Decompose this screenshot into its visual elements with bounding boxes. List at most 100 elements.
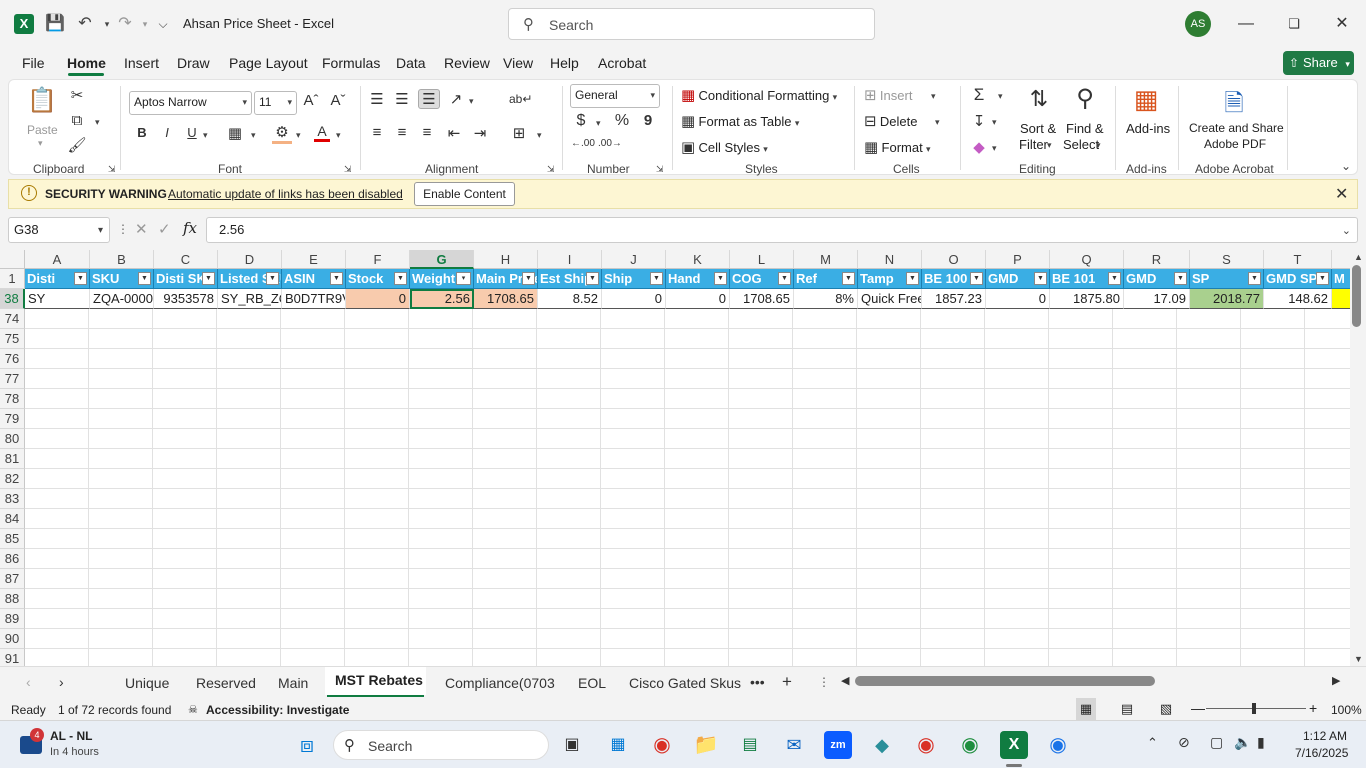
fill-dropdown-icon[interactable]: ▾ xyxy=(992,117,997,128)
empty-row[interactable] xyxy=(25,309,1350,329)
column-header[interactable]: O xyxy=(922,250,986,269)
table-cell[interactable]: ZQA-00001 xyxy=(90,289,154,309)
row-header[interactable]: 38 xyxy=(0,289,25,309)
orientation-icon[interactable]: ↗ xyxy=(447,90,465,108)
empty-row[interactable] xyxy=(25,329,1350,349)
normal-view-icon[interactable]: ▦ xyxy=(1076,698,1096,720)
align-middle-icon[interactable]: ☰ xyxy=(393,90,411,108)
filter-dropdown-icon[interactable]: ▼ xyxy=(74,272,87,285)
number-format-select[interactable]: General ▾ xyxy=(570,84,660,108)
table-cell[interactable]: 0 xyxy=(986,289,1050,309)
tab-file[interactable]: File xyxy=(22,55,45,71)
fill-color-dropdown-icon[interactable]: ▾ xyxy=(296,130,301,141)
cancel-icon[interactable]: ✕ xyxy=(135,220,148,238)
decrease-font-icon[interactable]: Aˇ xyxy=(329,92,347,109)
column-header[interactable]: F xyxy=(346,250,410,269)
wrap-text-icon[interactable]: ab↵ xyxy=(509,92,532,106)
security-warning-link[interactable]: Automatic update of links has been disab… xyxy=(168,187,403,201)
table-header-cell[interactable]: Disti ▼ xyxy=(25,269,90,289)
filter-dropdown-icon[interactable]: ▼ xyxy=(1316,272,1329,285)
column-header[interactable]: D xyxy=(218,250,282,269)
sort-filter-label-1[interactable]: Sort & xyxy=(1020,121,1056,136)
tab-page-layout[interactable]: Page Layout xyxy=(229,55,308,71)
table-cell[interactable] xyxy=(1332,289,1350,309)
add-sheet-button[interactable]: + xyxy=(782,672,792,692)
table-cell[interactable]: 148.62 xyxy=(1264,289,1332,309)
zoom-slider-thumb[interactable] xyxy=(1252,703,1256,714)
more-options-icon[interactable]: ⋮ xyxy=(117,222,129,236)
column-header[interactable]: Q xyxy=(1050,250,1124,269)
table-header-cell[interactable]: Ref ▼ xyxy=(794,269,858,289)
comma-style-button[interactable]: 9 xyxy=(641,112,655,129)
borders-dropdown-icon[interactable]: ▾ xyxy=(251,130,256,141)
font-color-icon[interactable]: A xyxy=(314,123,330,142)
close-icon[interactable]: ✕ xyxy=(1327,12,1357,36)
filter-dropdown-icon[interactable]: ▼ xyxy=(1248,272,1261,285)
sort-filter-icon[interactable]: ⇅ xyxy=(1021,86,1057,112)
weather-title[interactable]: AL - NL xyxy=(50,729,92,743)
currency-button[interactable]: $ xyxy=(573,112,589,130)
column-header[interactable]: S xyxy=(1190,250,1264,269)
paste-label[interactable]: Paste xyxy=(27,123,58,137)
vpn-icon[interactable]: ◆ xyxy=(868,731,896,759)
empty-row[interactable] xyxy=(25,549,1350,569)
insert-cells-button[interactable]: ⊞ Insert xyxy=(864,86,912,104)
delete-cells-button[interactable]: ⊟ Delete xyxy=(864,112,918,130)
outlook-icon[interactable]: ✉ xyxy=(780,731,808,759)
excel-taskbar-icon[interactable]: X xyxy=(1000,731,1028,759)
row-header[interactable]: 91 xyxy=(0,649,25,666)
table-cell[interactable]: 1708.65 xyxy=(730,289,794,309)
enter-icon[interactable]: ✓ xyxy=(158,220,171,238)
chrome-icon[interactable]: ◉ xyxy=(648,731,676,759)
font-color-dropdown-icon[interactable]: ▾ xyxy=(336,130,341,141)
volume-icon[interactable]: 🔈 xyxy=(1234,734,1251,751)
table-header-cell[interactable]: COG ▼ xyxy=(730,269,794,289)
table-header-cell[interactable]: BE 100 ▼ xyxy=(922,269,986,289)
decrease-indent-icon[interactable]: ⇤ xyxy=(445,124,463,142)
format-painter-icon[interactable]: 🖌 xyxy=(67,136,87,154)
table-cell[interactable]: SY_RB_ZQA xyxy=(218,289,282,309)
empty-row[interactable] xyxy=(25,349,1350,369)
row-header[interactable]: 89 xyxy=(0,609,25,629)
zoom-app-icon[interactable]: zm xyxy=(824,731,852,759)
sheet-tab-cisco[interactable]: Cisco Gated Skus xyxy=(629,675,741,691)
find-dropdown-icon[interactable]: ▾ xyxy=(1096,140,1101,151)
bold-button[interactable]: B xyxy=(133,125,151,140)
empty-row[interactable] xyxy=(25,629,1350,649)
merge-center-icon[interactable]: ⊞ xyxy=(509,124,529,142)
tab-help[interactable]: Help xyxy=(550,55,579,71)
column-header[interactable]: B xyxy=(90,250,154,269)
filter-dropdown-icon[interactable]: ▼ xyxy=(714,272,727,285)
restore-icon[interactable]: ❏ xyxy=(1279,12,1309,36)
task-view-icon[interactable]: ▣ xyxy=(558,731,586,759)
row-header[interactable]: 85 xyxy=(0,529,25,549)
create-pdf-label-1[interactable]: Create and Share xyxy=(1189,121,1284,135)
cell-styles-button[interactable]: ▣ Cell Styles ▾ xyxy=(681,138,768,156)
clipboard-launcher-icon[interactable]: ⇲ xyxy=(108,164,116,175)
find-select-label-2[interactable]: Select xyxy=(1063,137,1099,152)
filter-dropdown-icon[interactable]: ▼ xyxy=(1108,272,1121,285)
row-header[interactable]: 82 xyxy=(0,469,25,489)
tab-formulas[interactable]: Formulas xyxy=(322,55,380,71)
increase-font-icon[interactable]: Aˆ xyxy=(302,92,320,109)
column-header[interactable]: E xyxy=(282,250,346,269)
table-header-cell[interactable]: BE 101 ▼ xyxy=(1050,269,1124,289)
column-header[interactable]: J xyxy=(602,250,666,269)
filter-dropdown-icon[interactable]: ▼ xyxy=(970,272,983,285)
save-icon[interactable]: 💾 xyxy=(44,13,66,35)
file-explorer-icon[interactable]: 📁 xyxy=(692,731,720,759)
undo-icon[interactable]: ↶ xyxy=(74,13,96,35)
autosum-dropdown-icon[interactable]: ▾ xyxy=(998,91,1003,102)
calculator-icon[interactable]: ▤ xyxy=(736,731,764,759)
column-header[interactable] xyxy=(1332,250,1350,269)
column-header[interactable]: P xyxy=(986,250,1050,269)
table-cell[interactable]: 9353578 xyxy=(154,289,218,309)
row-header[interactable]: 90 xyxy=(0,629,25,649)
row-header[interactable]: 83 xyxy=(0,489,25,509)
table-cell[interactable]: 1875.80 xyxy=(1050,289,1124,309)
font-size-select[interactable]: 11 ▾ xyxy=(254,91,297,115)
copy-dropdown-icon[interactable]: ▾ xyxy=(95,117,100,128)
filter-dropdown-icon[interactable]: ▼ xyxy=(650,272,663,285)
column-header[interactable]: R xyxy=(1124,250,1190,269)
tab-home[interactable]: Home xyxy=(67,55,106,71)
